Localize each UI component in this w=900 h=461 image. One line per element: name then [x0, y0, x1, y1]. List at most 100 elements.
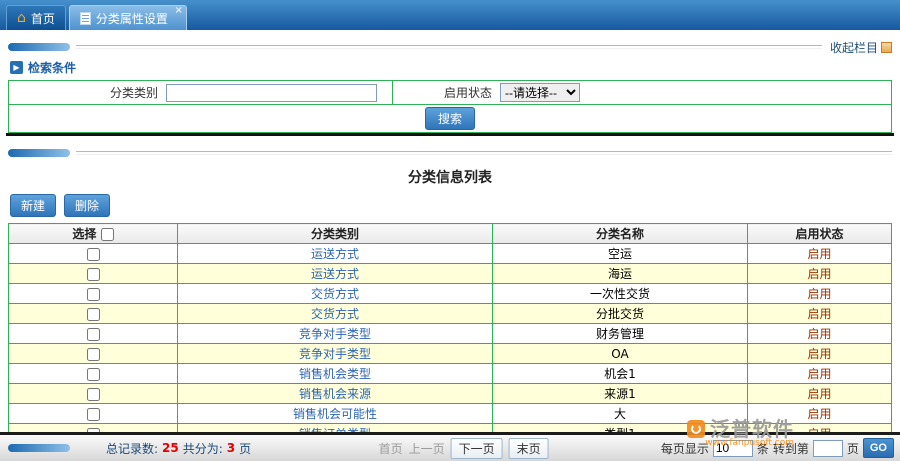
select-all-checkbox[interactable]: [100, 228, 114, 241]
column-category: 分类类别: [177, 223, 493, 244]
category-name: 来源1: [492, 383, 748, 404]
section-divider-list: [8, 148, 892, 158]
divider-line: [76, 45, 822, 49]
row-checkbox[interactable]: [86, 287, 100, 301]
last-page-button[interactable]: 末页: [508, 437, 549, 459]
enable-status-select[interactable]: --请选择--: [500, 83, 580, 102]
total-records-value: 25: [162, 441, 179, 455]
category-link[interactable]: 竞争对手类型: [299, 347, 371, 361]
table-row: 交货方式 分批交货 启用: [8, 303, 892, 324]
category-name: 机会1: [492, 363, 748, 384]
table-row: 销售机会来源 来源1 启用: [8, 383, 892, 404]
table-row: 运送方式 海运 启用: [8, 263, 892, 284]
pages-label: 共分为:: [182, 441, 223, 456]
per-page-input[interactable]: [712, 439, 753, 457]
total-records-label: 总记录数:: [106, 441, 159, 456]
divider-line: [76, 151, 892, 155]
status-text: 启用: [807, 247, 832, 261]
new-button[interactable]: 新建: [10, 194, 57, 217]
category-link[interactable]: 竞争对手类型: [299, 327, 371, 341]
row-checkbox[interactable]: [86, 387, 100, 401]
divider-accent-bar: [8, 43, 70, 51]
pages-suffix: 页: [239, 441, 252, 456]
table-header-row: 选择 分类类别 分类名称 启用状态: [8, 223, 892, 244]
category-name: OA: [492, 343, 748, 364]
search-button-row: 搜索: [8, 104, 892, 133]
category-name: 分批交货: [492, 303, 748, 324]
search-form-row: 分类类别 启用状态 --请选择--: [9, 80, 892, 105]
category-link[interactable]: 运送方式: [311, 247, 359, 261]
category-type-input[interactable]: [166, 83, 377, 102]
status-text: 启用: [807, 407, 832, 421]
row-checkbox[interactable]: [86, 347, 100, 361]
column-status: 启用状态: [747, 223, 892, 244]
status-text: 启用: [807, 367, 832, 381]
section-separator-line: [6, 133, 894, 136]
search-conditions-icon: ▶: [10, 61, 23, 74]
status-text: 启用: [807, 347, 832, 361]
enable-status-label: 启用状态: [443, 86, 492, 100]
tab-home-label: 首页: [30, 11, 55, 26]
category-link[interactable]: 销售机会可能性: [293, 407, 377, 421]
row-checkbox[interactable]: [86, 307, 100, 321]
row-checkbox[interactable]: [86, 367, 100, 381]
prev-page-link[interactable]: 上一页: [409, 440, 445, 457]
next-page-button[interactable]: 下一页: [450, 437, 503, 459]
category-name: 空运: [492, 243, 748, 264]
category-name: 大: [492, 403, 748, 424]
category-link[interactable]: 销售机会来源: [299, 387, 371, 401]
pages-value: 3: [226, 441, 236, 455]
status-text: 启用: [807, 307, 832, 321]
list-toolbar: 新建 删除: [10, 194, 900, 217]
tab-active-label: 分类属性设置: [95, 11, 168, 26]
search-conditions-header: ▶ 检索条件: [10, 59, 890, 76]
delete-button[interactable]: 删除: [64, 194, 111, 217]
collapse-columns-label: 收起栏目: [829, 40, 878, 55]
footer-accent-bar: [8, 444, 70, 452]
status-bar: 总记录数: 25 共分为: 3 页 首页 上一页 下一页 末页 每页显示 条 转…: [0, 432, 900, 461]
page-size-controls: 每页显示 条 转到第 页 GO: [661, 438, 894, 458]
column-select: 选择: [8, 223, 178, 244]
row-checkbox[interactable]: [86, 247, 100, 261]
goto-page-input[interactable]: [812, 439, 843, 457]
category-link[interactable]: 交货方式: [311, 307, 359, 321]
per-page-label: 每页显示: [660, 441, 709, 456]
list-title: 分类信息列表: [408, 170, 492, 186]
category-name: 财务管理: [492, 323, 748, 344]
category-link[interactable]: 销售机会类型: [299, 367, 371, 381]
section-divider-top: 收起栏目: [8, 41, 892, 55]
row-checkbox[interactable]: [86, 267, 100, 281]
footer-left: [8, 444, 70, 452]
table-row: 竞争对手类型 OA 启用: [8, 343, 892, 364]
category-link[interactable]: 交货方式: [311, 287, 359, 301]
enable-status-cell: --请选择--: [496, 81, 892, 105]
goto-page-label: 转到第: [772, 441, 809, 456]
goto-page-suffix: 页: [846, 441, 859, 456]
search-conditions-title: 检索条件: [28, 61, 77, 75]
table-row: 交货方式 一次性交货 启用: [8, 283, 892, 304]
tab-home[interactable]: ⌂ 首页: [6, 5, 66, 30]
collapse-columns-link[interactable]: 收起栏目: [830, 39, 892, 56]
pager: 首页 上一页 下一页 末页: [379, 437, 549, 459]
row-checkbox[interactable]: [86, 327, 100, 341]
record-summary: 总记录数: 25 共分为: 3 页: [106, 440, 251, 457]
tab-category-attribute-settings[interactable]: 分类属性设置 ×: [68, 5, 187, 30]
category-type-cell: [162, 80, 393, 105]
category-table-body: 运送方式 空运 启用 运送方式 海运 启用 交货方式 一次性交货 启用 交货方式 分批交货 启用 竞争对…: [8, 243, 892, 444]
category-link[interactable]: 运送方式: [311, 267, 359, 281]
row-checkbox[interactable]: [86, 407, 100, 421]
table-row: 竞争对手类型 财务管理 启用: [8, 323, 892, 344]
column-name: 分类名称: [492, 223, 748, 244]
per-page-suffix: 条: [756, 441, 769, 456]
go-button[interactable]: GO: [862, 438, 894, 458]
category-name: 海运: [492, 263, 748, 284]
category-type-label: 分类类别: [109, 86, 158, 100]
document-icon: [79, 11, 91, 25]
first-page-link[interactable]: 首页: [379, 440, 403, 457]
close-icon[interactable]: ×: [175, 6, 183, 16]
category-name: 一次性交货: [492, 283, 748, 304]
divider-accent-bar: [8, 149, 70, 157]
status-text: 启用: [807, 287, 832, 301]
search-button[interactable]: 搜索: [424, 107, 475, 130]
collapse-icon: [881, 41, 892, 53]
